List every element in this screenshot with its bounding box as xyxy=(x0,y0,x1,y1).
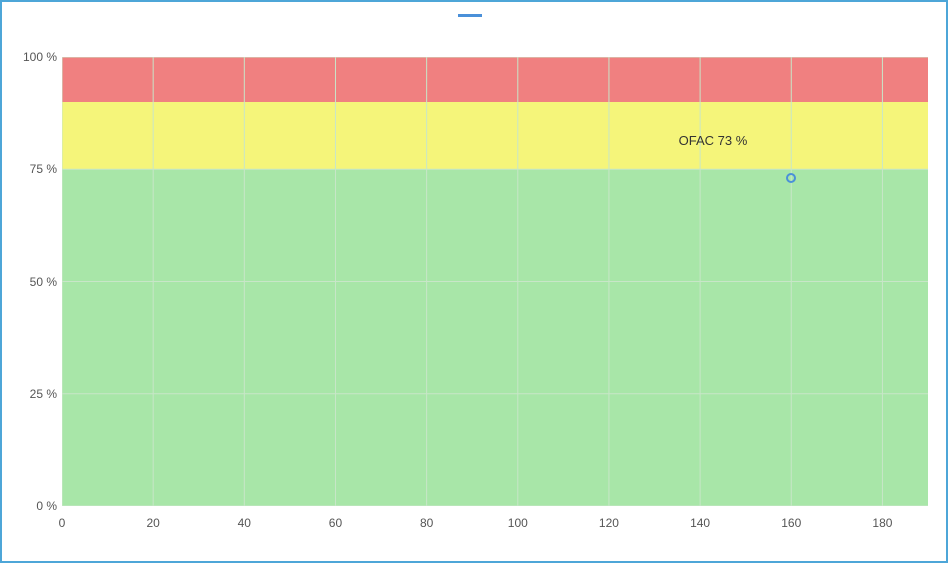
y-tick-label: 75 % xyxy=(30,162,57,176)
chart-container: 100 % 75 % 50 % 25 % 0 % 0 20 40 60 80 100 120 140 1… xyxy=(0,0,948,563)
y-ticks: 100 %75 %50 %25 %0 % xyxy=(17,57,57,506)
x-tick-label: 180 xyxy=(872,516,892,530)
y-tick-label: 50 % xyxy=(30,275,57,289)
data-point-label: OFAC 73 % xyxy=(679,133,748,148)
y-tick-label: 100 % xyxy=(23,50,57,64)
x-tick-label: 160 xyxy=(781,516,801,530)
plot-area: 100 %75 %50 %25 %0 % 0204060801001201401… xyxy=(62,57,928,506)
x-ticks: 0 20 40 60 80 100 120 140 160 180 xyxy=(62,511,928,536)
chart-title-area xyxy=(2,14,946,17)
data-point xyxy=(786,173,796,183)
y-tick-label: 0 % xyxy=(36,499,57,513)
x-tick-label: 100 xyxy=(508,516,528,530)
x-tick-label: 120 xyxy=(599,516,619,530)
grid-svg xyxy=(62,57,928,506)
y-tick-label: 25 % xyxy=(30,387,57,401)
x-tick-label: 60 xyxy=(329,516,342,530)
x-tick-label: 80 xyxy=(420,516,433,530)
x-tick-label: 0 xyxy=(59,516,66,530)
legend-line xyxy=(458,14,482,17)
x-tick-label: 140 xyxy=(690,516,710,530)
x-tick-label: 20 xyxy=(146,516,159,530)
x-tick-label: 40 xyxy=(238,516,251,530)
